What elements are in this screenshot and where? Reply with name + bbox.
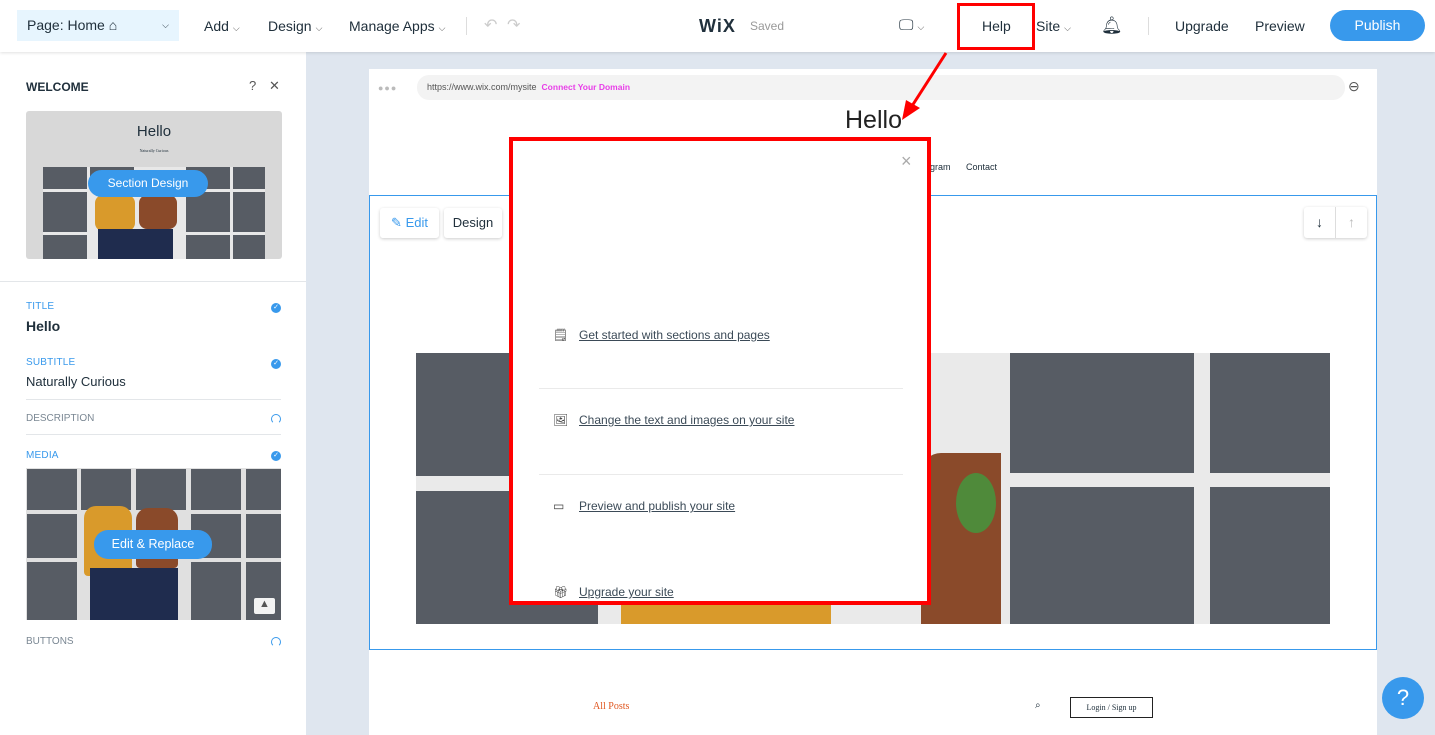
nav-item-contact[interactable]: Contact [966,162,997,172]
browser-window-icon: ▭ [553,499,565,513]
menu-add[interactable]: Add ⌵ [204,0,240,52]
checkmark-icon[interactable]: ✓ [271,451,281,461]
pencil-icon: ✎ [391,215,402,230]
close-icon[interactable]: × [901,151,912,172]
save-status: Saved [750,19,785,33]
subtitle-label: SUBTITLE [26,357,76,368]
images-icon: 🖼︎ [553,413,569,427]
redo-icon[interactable]: ↷ [507,0,520,52]
toggle-circle-icon[interactable] [271,414,281,424]
wix-logo: WiX [699,16,736,36]
edit-button[interactable]: ✎ Edit [380,208,439,238]
nav-item-instagram[interactable]: gram [930,162,951,172]
toggle-circle-icon[interactable] [271,637,281,647]
subtitle-field[interactable]: Naturally Curious [26,374,126,389]
arrow-down-icon[interactable]: ↓ [1304,207,1335,237]
preview-button[interactable]: Preview [1255,0,1305,52]
chevron-down-icon: ⌵ [232,23,240,33]
bell-icon[interactable]: 🔔︎ [1101,0,1123,52]
menu-design[interactable]: Design ⌵ [268,0,322,52]
menu-site[interactable]: Site ⌵ [1036,0,1071,52]
search-icon[interactable]: ⌕ [1035,700,1041,711]
window-dots-icon: ●●● [378,83,398,93]
help-bubble-button[interactable]: ? [1382,677,1424,719]
panel-title: WELCOME [26,80,89,94]
undo-icon[interactable]: ↶ [484,0,497,52]
top-toolbar: Page: Home ⌂ ⌵ Add ⌵ Design ⌵ Manage Apps ⌵ … [0,0,1435,52]
help-link-upgrade[interactable]: 🎁︎ Upgrade your site [553,585,674,599]
chevron-down-icon: ⌵ [162,20,169,30]
image-icon: ▲ [254,598,275,614]
checkmark-icon[interactable]: ✓ [271,359,281,369]
welcome-panel: WELCOME ? ✕ Hello Naturally Curious Sect… [0,52,306,735]
publish-button[interactable]: Publish [1330,10,1425,41]
thumb-title: Hello [136,123,172,140]
section-thumbnail[interactable]: Hello Naturally Curious Section Design [26,111,282,259]
help-link-text-images[interactable]: 🖼︎ Change the text and images on your sit… [553,413,794,427]
divider [539,388,903,389]
checkmark-icon[interactable]: ✓ [271,303,281,313]
help-link-preview-publish[interactable]: ▭ Preview and publish your site [553,499,735,513]
divider [539,474,903,475]
upgrade-button[interactable]: Upgrade [1175,0,1229,52]
divider [0,281,306,282]
connect-domain-link[interactable]: Connect Your Domain [542,82,630,92]
buttons-label: BUTTONS [26,636,74,647]
zoom-icon[interactable]: ⊖ [1348,78,1360,95]
help-link-sections-pages[interactable]: 🗒︎ Get started with sections and pages [553,328,770,342]
help-highlight-box [957,3,1035,50]
move-section-controls: ↓ ↑ [1304,207,1367,238]
close-icon[interactable]: ✕ [269,78,280,94]
divider [466,17,467,35]
help-icon[interactable]: ? [249,78,256,93]
title-field[interactable]: Hello [26,318,60,334]
gift-icon: 🎁︎ [553,585,569,599]
desktop-view-icon[interactable]: 🖵 ⌵ [899,0,924,52]
url-bar[interactable]: https://www.wix.com/mysite Connect Your … [417,75,1345,100]
description-label: DESCRIPTION [26,413,95,424]
section-design-button[interactable]: Section Design [88,170,208,197]
design-button[interactable]: Design [444,208,502,238]
chevron-down-icon: ⌵ [438,23,446,33]
media-label: MEDIA [26,450,59,461]
annotation-arrow [902,52,948,120]
edit-replace-button[interactable]: Edit & Replace [94,530,212,559]
login-signup-button[interactable]: Login / Sign up [1070,697,1153,718]
thumb-subtitle: Naturally Curious [139,148,169,153]
chevron-down-icon: ⌵ [1064,23,1071,33]
title-label: TITLE [26,301,55,312]
divider [1148,17,1149,35]
arrow-up-icon[interactable]: ↑ [1336,207,1367,237]
divider [26,399,281,400]
divider [26,434,281,435]
page-icon: 🗒︎ [553,328,569,342]
help-popup: × 🗒︎ Get started with sections and pages … [509,137,931,605]
chevron-down-icon: ⌵ [315,23,323,33]
all-posts-link[interactable]: All Posts [593,701,629,712]
menu-manage-apps[interactable]: Manage Apps ⌵ [349,0,445,52]
site-url: https://www.wix.com/mysite [427,82,537,92]
page-selector[interactable]: Page: Home ⌂ ⌵ [17,10,179,41]
